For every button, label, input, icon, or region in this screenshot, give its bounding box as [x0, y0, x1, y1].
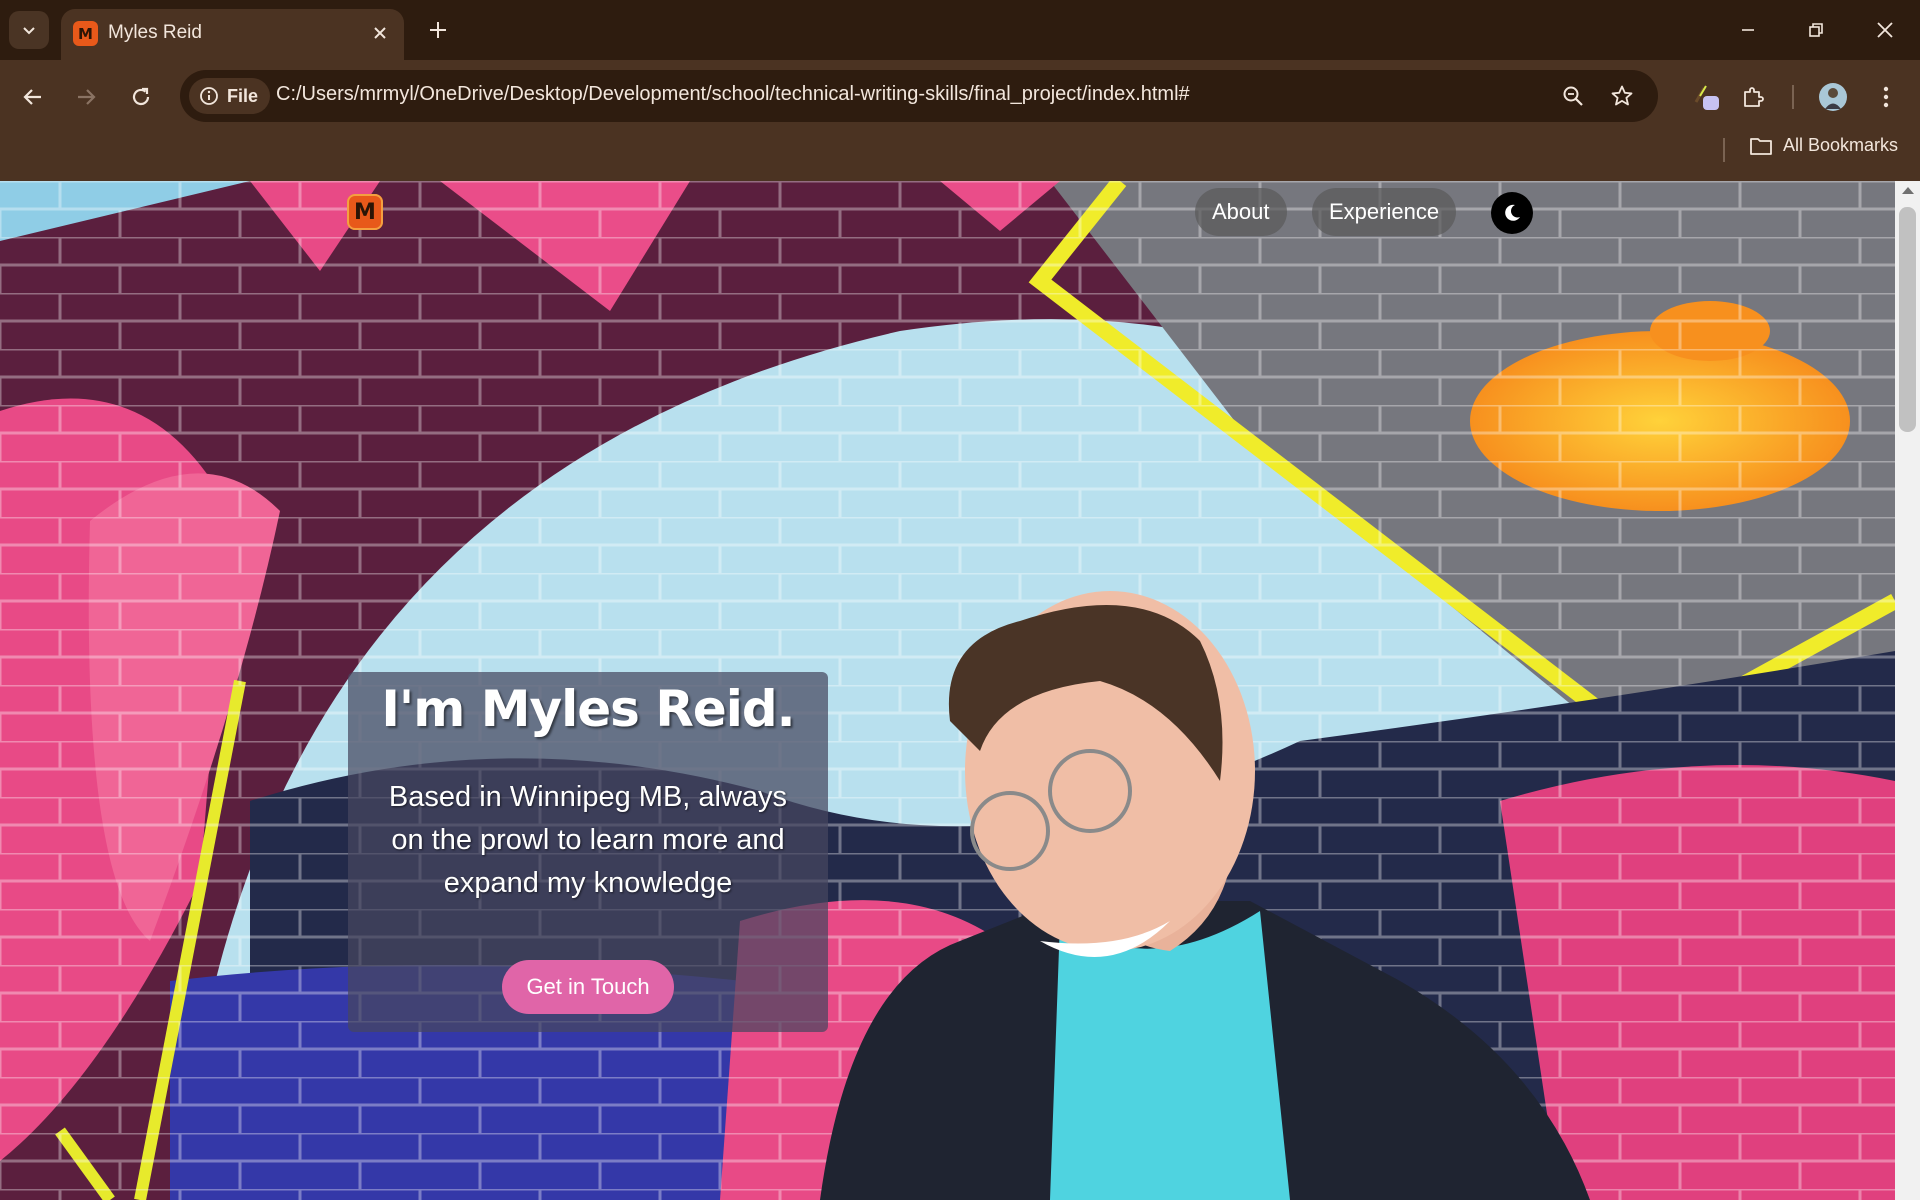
page-scrollbar[interactable]: [1895, 181, 1920, 1200]
url-text[interactable]: C:/Users/mrmyl/OneDrive/Desktop/Developm…: [276, 83, 1190, 106]
kebab-menu-icon: [1883, 86, 1889, 108]
forward-arrow-icon: [78, 89, 96, 105]
minimize-icon: [1742, 29, 1754, 31]
tab-strip: M Myles Reid: [0, 0, 1920, 60]
page-viewport: M About Experience I'm Myles Reid. Based…: [0, 181, 1895, 1200]
get-in-touch-button[interactable]: Get in Touch: [502, 960, 674, 1014]
hero-title: I'm Myles Reid.: [381, 680, 795, 738]
reload-button[interactable]: [121, 77, 161, 117]
tab-favicon: M: [73, 21, 98, 46]
restore-button[interactable]: [1794, 8, 1838, 52]
profile-button[interactable]: [1813, 77, 1853, 117]
scroll-up-arrow-icon[interactable]: [1902, 187, 1914, 194]
all-bookmarks-button[interactable]: All Bookmarks: [1749, 135, 1898, 156]
browser-toolbar: File C:/Users/mrmyl/OneDrive/Desktop/Dev…: [0, 60, 1920, 181]
scrollbar-thumb[interactable]: [1899, 207, 1916, 432]
hero-background-image: [0, 181, 1895, 1200]
zoom-icon: [1563, 86, 1583, 106]
minimize-button[interactable]: [1726, 8, 1770, 52]
bookmarks-separator: [1723, 138, 1725, 162]
browser-menu-button[interactable]: [1866, 77, 1906, 117]
theme-toggle-button[interactable]: [1491, 192, 1533, 234]
moon-icon: [1505, 204, 1520, 221]
extension-button[interactable]: [1687, 77, 1727, 117]
reload-icon: [132, 87, 150, 106]
all-bookmarks-label: All Bookmarks: [1782, 135, 1898, 155]
chevron-down-icon: [23, 27, 35, 35]
site-logo[interactable]: M: [347, 194, 383, 230]
scheme-chip-label: File: [227, 85, 259, 106]
profile-avatar: [1819, 83, 1847, 111]
info-icon: [200, 87, 218, 105]
back-button[interactable]: [13, 77, 53, 117]
nav-link-about[interactable]: About: [1195, 188, 1287, 236]
restore-icon: [1809, 23, 1823, 37]
puzzle-icon: [1744, 87, 1764, 107]
tab-title: Myles Reid: [108, 22, 202, 43]
new-tab-button[interactable]: [420, 12, 456, 48]
hero-description: Based in Winnipeg MB, always on the prow…: [388, 781, 788, 899]
address-bar[interactable]: File C:/Users/mrmyl/OneDrive/Desktop/Dev…: [180, 70, 1658, 122]
star-icon: [1611, 85, 1633, 106]
extension-icon: [1694, 85, 1719, 110]
browser-tab-active[interactable]: M Myles Reid: [61, 9, 404, 60]
nav-link-experience[interactable]: Experience: [1312, 188, 1457, 236]
back-arrow-icon: [23, 89, 41, 105]
tab-close-button[interactable]: [368, 21, 392, 45]
zoom-button[interactable]: [1555, 78, 1591, 114]
close-icon: [1877, 22, 1893, 38]
site-info-chip[interactable]: File: [189, 78, 271, 114]
window-close-button[interactable]: [1863, 8, 1907, 52]
bookmark-star-button[interactable]: [1604, 78, 1640, 114]
tab-search-button[interactable]: [9, 11, 49, 49]
plus-icon: [430, 22, 446, 38]
toolbar-separator: [1792, 85, 1794, 109]
extensions-menu-button[interactable]: [1733, 77, 1773, 117]
folder-icon: [1750, 137, 1772, 155]
close-icon: [374, 27, 386, 39]
intro-card: I'm Myles Reid. Based in Winnipeg MB, al…: [348, 672, 828, 1032]
forward-button[interactable]: [66, 77, 106, 117]
